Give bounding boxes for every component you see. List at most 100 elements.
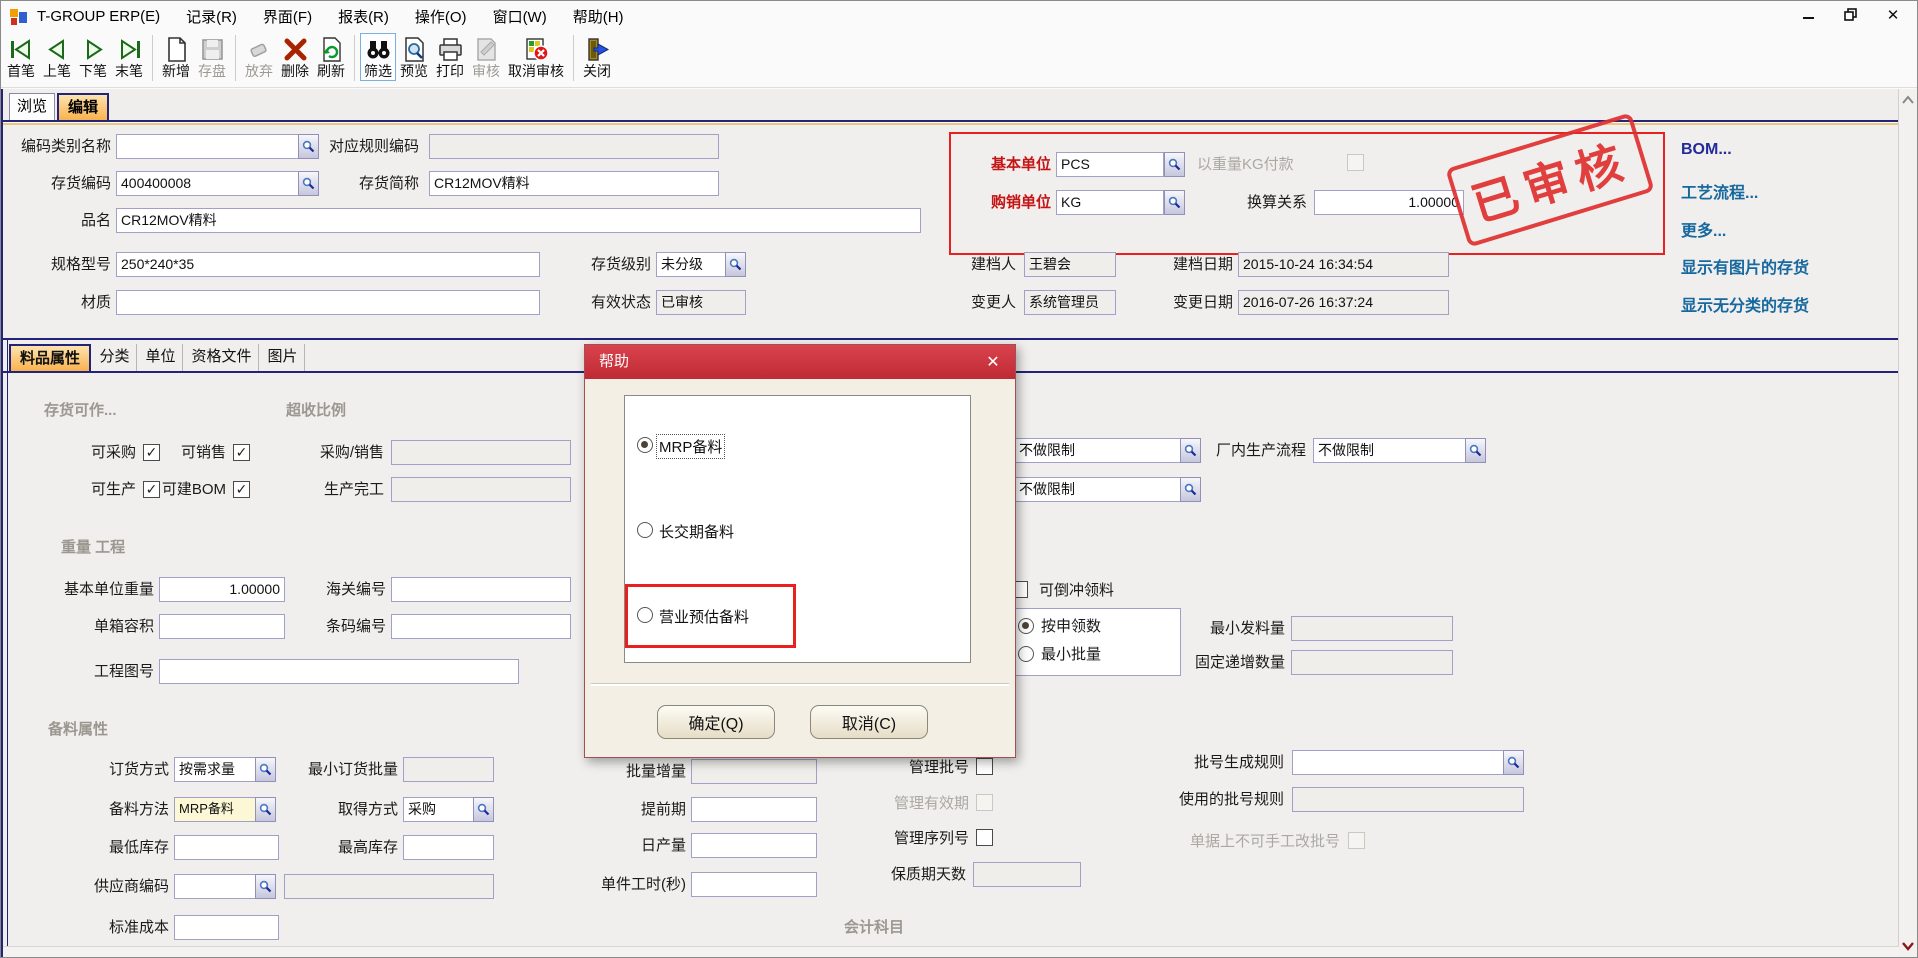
menu-window[interactable]: 窗口(W) — [493, 6, 547, 27]
box-volume-field[interactable] — [159, 614, 285, 639]
ok-button[interactable]: 确定(Q) — [657, 705, 775, 739]
limit2-field[interactable]: 不做限制 — [1014, 477, 1181, 502]
coding-class-lookup-button[interactable] — [298, 134, 319, 159]
lead-time-field[interactable] — [691, 797, 817, 822]
subtab-qualification[interactable]: 资格文件 — [185, 344, 259, 371]
prepare-method-lookup-button[interactable] — [255, 797, 276, 822]
std-cost-field[interactable] — [174, 915, 279, 940]
base-weight-field[interactable]: 1.00000 — [159, 577, 285, 602]
mrp-option-radio[interactable] — [637, 437, 653, 453]
toolbar-prev-record[interactable]: 上笔 — [39, 33, 75, 81]
limit1-field[interactable]: 不做限制 — [1014, 438, 1181, 463]
bomable-checkbox[interactable] — [233, 481, 250, 498]
lot-rule-field[interactable] — [1292, 750, 1504, 775]
item-abbr-field[interactable]: CR12MOV精料 — [429, 171, 719, 196]
horizontal-scrollbar[interactable] — [3, 946, 1899, 958]
menu-record[interactable]: 记录(R) — [186, 6, 237, 27]
prepare-method-field[interactable]: MRP备料 — [174, 797, 256, 822]
supplier-code-field[interactable] — [174, 874, 256, 899]
toolbar-cancel-approve[interactable]: 取消审核 — [504, 33, 568, 81]
subtab-unit[interactable]: 单位 — [139, 344, 183, 371]
toolbar-close[interactable]: 关闭 — [579, 33, 615, 81]
item-name-field[interactable]: CR12MOV精料 — [116, 208, 921, 233]
minimize-icon[interactable] — [1799, 5, 1819, 25]
supplier-name-field — [284, 874, 494, 899]
link-show-unclassified[interactable]: 显示无分类的存货 — [1681, 292, 1809, 316]
manage-lot-checkbox[interactable] — [976, 758, 993, 775]
max-stock-field[interactable] — [403, 835, 494, 860]
lot-rule-lookup-button[interactable] — [1503, 750, 1524, 775]
toolbar-filter[interactable]: 筛选 — [360, 33, 396, 81]
subtab-classification[interactable]: 分类 — [93, 344, 137, 371]
conversion-field[interactable]: 1.00000 — [1314, 190, 1464, 215]
link-bom[interactable]: BOM... — [1681, 141, 1732, 159]
sellable-label: 可销售 — [161, 441, 226, 464]
trade-unit-lookup-button[interactable] — [1164, 190, 1185, 215]
scroll-down-icon[interactable] — [1902, 941, 1914, 951]
manage-serial-checkbox[interactable] — [976, 829, 993, 846]
menu-interface[interactable]: 界面(F) — [263, 6, 312, 27]
min-batch-radio[interactable] — [1018, 646, 1034, 662]
limit1-lookup-button[interactable] — [1180, 438, 1201, 463]
acquire-mode-lookup-button[interactable] — [473, 797, 494, 822]
close-icon[interactable]: ✕ — [1883, 5, 1903, 25]
erp-window: T-GROUP ERP(E) 记录(R) 界面(F) 报表(R) 操作(O) 窗… — [0, 0, 1918, 958]
dialog-close-icon[interactable]: ✕ — [983, 352, 1003, 372]
min-stock-field[interactable] — [174, 835, 279, 860]
menu-report[interactable]: 报表(R) — [338, 6, 389, 27]
sellable-checkbox[interactable] — [233, 444, 250, 461]
option-annotation-box — [625, 584, 796, 648]
by-request-radio[interactable] — [1018, 618, 1034, 634]
help-dialog-titlebar[interactable]: 帮助 — [585, 345, 1015, 379]
long-leadtime-option-label[interactable]: 长交期备料 — [659, 521, 734, 542]
link-more[interactable]: 更多... — [1681, 217, 1726, 241]
base-unit-field[interactable]: PCS — [1056, 152, 1164, 177]
limit2-lookup-button[interactable] — [1180, 477, 1201, 502]
link-process-flow[interactable]: 工艺流程... — [1681, 179, 1758, 203]
item-level-field[interactable]: 未分级 — [656, 252, 726, 277]
tab-browse[interactable]: 浏览 — [9, 93, 55, 120]
menu-help[interactable]: 帮助(H) — [573, 6, 624, 27]
spec-field[interactable]: 250*240*35 — [116, 252, 540, 277]
supplier-code-lookup-button[interactable] — [255, 874, 276, 899]
mrp-option-label[interactable]: MRP备料 — [657, 435, 724, 458]
toolbar-first-record[interactable]: 首笔 — [3, 33, 39, 81]
long-leadtime-option-radio[interactable] — [637, 522, 653, 538]
cancel-button[interactable]: 取消(C) — [810, 705, 928, 739]
factory-flow-field[interactable]: 不做限制 — [1313, 438, 1466, 463]
purchasable-checkbox[interactable] — [143, 444, 160, 461]
toolbar-preview[interactable]: 预览 — [396, 33, 432, 81]
menu-app[interactable]: T-GROUP ERP(E) — [37, 8, 160, 25]
subtab-item-attributes[interactable]: 料品属性 — [9, 344, 91, 371]
unit-hours-field[interactable] — [691, 872, 817, 897]
item-level-lookup-button[interactable] — [725, 252, 746, 277]
menu-operation[interactable]: 操作(O) — [415, 6, 467, 27]
toolbar-last-record[interactable]: 末笔 — [111, 33, 147, 81]
material-field[interactable] — [116, 290, 540, 315]
daily-output-field[interactable] — [691, 833, 817, 858]
order-mode-lookup-button[interactable] — [255, 757, 276, 782]
item-code-field[interactable]: 400400008 — [116, 171, 299, 196]
toolbar-next-record[interactable]: 下笔 — [75, 33, 111, 81]
vertical-scrollbar[interactable] — [1898, 89, 1917, 958]
barcode-field[interactable] — [391, 614, 571, 639]
factory-flow-lookup-button[interactable] — [1465, 438, 1486, 463]
item-code-lookup-button[interactable] — [298, 171, 319, 196]
toolbar-delete[interactable]: 删除 — [277, 33, 313, 81]
customs-no-field[interactable] — [391, 577, 571, 602]
toolbar-print[interactable]: 打印 — [432, 33, 468, 81]
link-show-with-image[interactable]: 显示有图片的存货 — [1681, 254, 1809, 278]
tab-edit[interactable]: 编辑 — [57, 93, 109, 120]
toolbar-refresh[interactable]: 刷新 — [313, 33, 349, 81]
acquire-mode-field[interactable]: 采购 — [403, 797, 474, 822]
subtab-image[interactable]: 图片 — [261, 344, 305, 371]
coding-class-field[interactable] — [116, 134, 299, 159]
drawing-no-field[interactable] — [159, 659, 519, 684]
scroll-up-icon[interactable] — [1902, 95, 1914, 105]
toolbar-new[interactable]: 新增 — [158, 33, 194, 81]
order-mode-field[interactable]: 按需求量 — [174, 757, 256, 782]
base-unit-lookup-button[interactable] — [1164, 152, 1185, 177]
trade-unit-field[interactable]: KG — [1056, 190, 1164, 215]
restore-icon[interactable] — [1841, 5, 1861, 25]
window-left-border — [1, 89, 3, 958]
